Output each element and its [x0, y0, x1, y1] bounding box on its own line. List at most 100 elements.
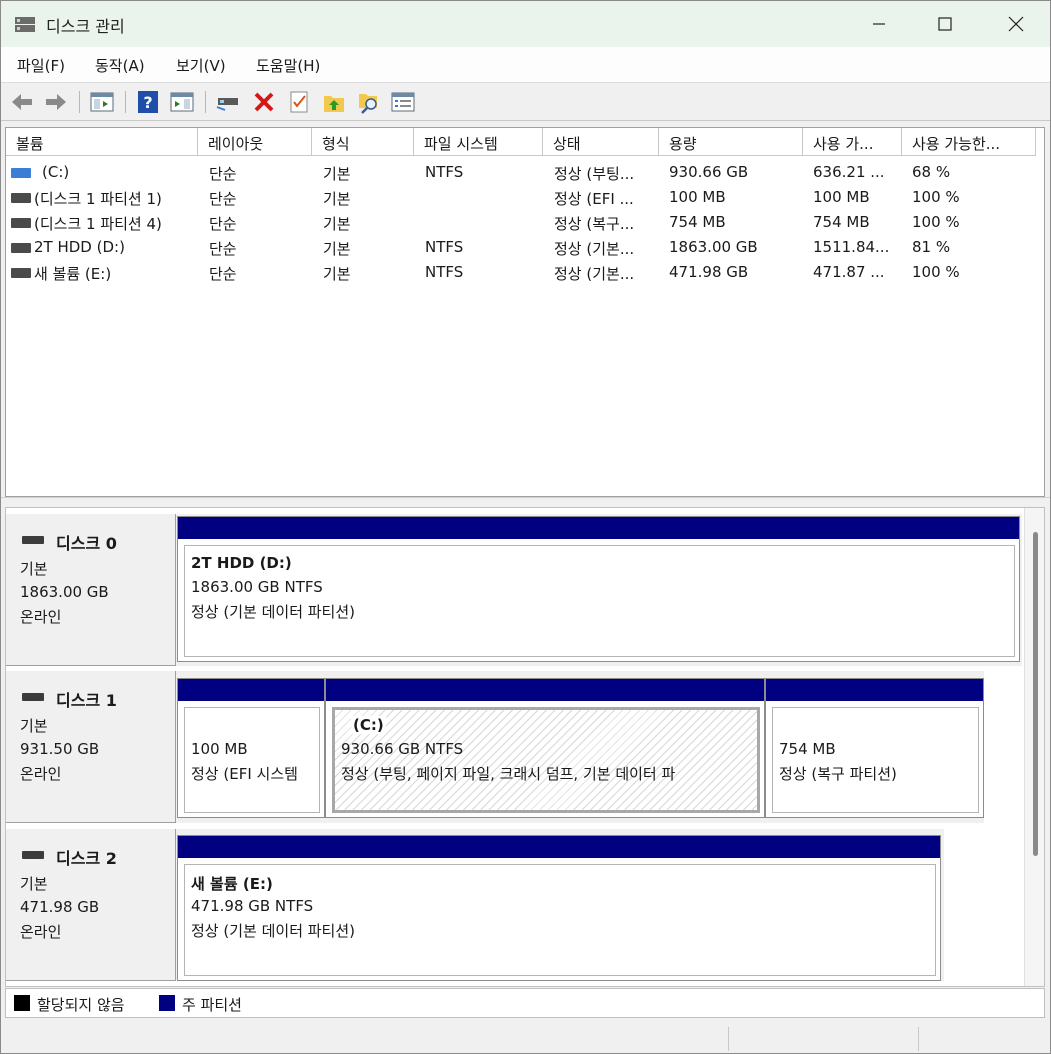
scrollbar-thumb[interactable] [1033, 532, 1038, 856]
volume-percent-free: 100 % [912, 188, 960, 206]
explore-button[interactable] [356, 89, 382, 115]
volume-filesystem: NTFS [425, 163, 464, 181]
delete-button[interactable] [251, 89, 277, 115]
menu-view[interactable]: 보기(V) [176, 55, 226, 76]
volume-free-space: 471.87 ... [813, 263, 885, 281]
partition-title: 새 볼륨 (E:) [191, 875, 273, 893]
properties-button[interactable] [390, 89, 416, 115]
volume-name: (디스크 1 파티션 1) [34, 190, 162, 208]
volume-row[interactable]: (C:) 단순 기본 NTFS 정상 (부팅... 930.66 GB 636.… [6, 160, 1044, 185]
disk-1-label[interactable]: 디스크 1 기본 931.50 GB 온라인 [6, 671, 176, 823]
volume-drive-icon [11, 193, 31, 203]
volume-free-space: 100 MB [813, 188, 870, 206]
partition-size: 1863.00 GB NTFS [191, 578, 323, 596]
legend-primary-label: 주 파티션 [182, 996, 242, 1014]
help-button[interactable]: ? [135, 89, 161, 115]
vertical-scrollbar[interactable] [1024, 508, 1044, 986]
volume-type: 기본 [323, 240, 351, 258]
volume-type: 기본 [323, 165, 351, 183]
volume-row[interactable]: 새 볼륨 (E:) 단순 기본 NTFS 정상 (기본... 471.98 GB… [6, 260, 1044, 285]
volume-filesystem: NTFS [425, 263, 464, 281]
partition-title: (C:) [351, 716, 386, 734]
disk-state: 온라인 [20, 608, 62, 626]
partition-status: 정상 (부팅, 페이지 파일, 크래시 덤프, 기본 데이터 파 [341, 765, 676, 783]
volume-name: (C:) [42, 163, 70, 181]
volume-type: 기본 [323, 190, 351, 208]
close-button[interactable] [981, 1, 1050, 47]
column-header-free-space[interactable]: 사용 가... [803, 128, 902, 156]
primary-partition-bar [178, 836, 940, 858]
help-icon: ? [138, 91, 158, 113]
show-hide-console-tree-button[interactable] [89, 89, 115, 115]
partition-size: 930.66 GB NTFS [341, 740, 464, 758]
column-header-layout[interactable]: 레이아웃 [198, 128, 312, 156]
disk-name: 디스크 2 [56, 849, 117, 868]
primary-partition-swatch [159, 995, 175, 1011]
legend: 할당되지 않음 주 파티션 [5, 988, 1045, 1018]
show-hide-action-pane-button[interactable] [169, 89, 195, 115]
partition-size: 471.98 GB NTFS [191, 897, 314, 915]
properties-check-button[interactable] [286, 89, 312, 115]
partition-status: 정상 (복구 파티션) [779, 765, 897, 783]
properties-icon [391, 92, 415, 112]
partition-d[interactable]: 2T HDD (D:) 1863.00 GB NTFS 정상 (기본 데이터 파… [177, 516, 1020, 662]
partition-status: 정상 (기본 데이터 파티션) [191, 603, 356, 621]
menu-help[interactable]: 도움말(H) [256, 55, 320, 76]
status-bar [1, 1023, 1050, 1053]
forward-button[interactable] [43, 89, 69, 115]
volume-percent-free: 68 % [912, 163, 951, 181]
maximize-button[interactable] [910, 1, 980, 47]
partition-recovery[interactable]: 754 MB 정상 (복구 파티션) [765, 678, 984, 818]
disk-management-app-icon [15, 17, 35, 32]
volume-status: 정상 (복구... [554, 215, 635, 233]
svg-text:?: ? [143, 93, 152, 112]
pane-splitter[interactable] [1, 497, 1050, 507]
primary-partition-bar [766, 679, 983, 701]
back-arrow-icon [12, 94, 32, 110]
volume-type: 기본 [323, 215, 351, 233]
volume-layout: 단순 [209, 165, 237, 183]
connect-virtual-disk-button[interactable] [215, 89, 241, 115]
column-header-percent-free[interactable]: 사용 가능한... [902, 128, 1036, 156]
disk-size: 1863.00 GB [20, 583, 109, 601]
disk-name: 디스크 1 [56, 691, 117, 710]
back-button[interactable] [9, 89, 35, 115]
partition-c[interactable]: (C:) 930.66 GB NTFS 정상 (부팅, 페이지 파일, 크래시 … [325, 678, 765, 818]
column-header-type[interactable]: 형식 [312, 128, 414, 156]
legend-unallocated-label: 할당되지 않음 [37, 996, 125, 1014]
volume-drive-icon [11, 268, 31, 278]
disk-2-label[interactable]: 디스크 2 기본 471.98 GB 온라인 [6, 829, 176, 981]
volume-percent-free: 100 % [912, 263, 960, 281]
minimize-button[interactable] [844, 1, 914, 47]
volume-capacity: 100 MB [669, 188, 726, 206]
volume-percent-free: 81 % [912, 238, 951, 256]
volume-name: (디스크 1 파티션 4) [34, 215, 162, 233]
volume-row[interactable]: 2T HDD (D:) 단순 기본 NTFS 정상 (기본... 1863.00… [6, 235, 1044, 260]
console-tree-icon [90, 92, 114, 112]
toolbar: ? [1, 83, 1050, 121]
menu-action[interactable]: 동작(A) [95, 55, 145, 76]
disk-0-label[interactable]: 디스크 0 기본 1863.00 GB 온라인 [6, 514, 176, 666]
disk-name: 디스크 0 [56, 534, 117, 553]
menu-file[interactable]: 파일(F) [17, 55, 65, 76]
partition-e[interactable]: 새 볼륨 (E:) 471.98 GB NTFS 정상 (기본 데이터 파티션) [177, 835, 941, 981]
column-header-status[interactable]: 상태 [543, 128, 659, 156]
volume-row[interactable]: (디스크 1 파티션 4) 단순 기본 정상 (복구... 754 MB 754… [6, 210, 1044, 235]
partition-status: 정상 (EFI 시스템 [191, 765, 298, 783]
volume-list: 볼륨 레이아웃 형식 파일 시스템 상태 용량 사용 가... 사용 가능한..… [5, 127, 1045, 497]
disk-kind: 기본 [20, 875, 48, 893]
column-header-capacity[interactable]: 용량 [659, 128, 803, 156]
hard-disk-icon [22, 693, 44, 701]
primary-partition-bar [326, 679, 764, 701]
volume-name: 2T HDD (D:) [34, 238, 125, 256]
disk-state: 온라인 [20, 765, 62, 783]
column-header-filesystem[interactable]: 파일 시스템 [414, 128, 543, 156]
primary-partition-bar [178, 517, 1019, 539]
hard-disk-icon [22, 536, 44, 544]
volume-row[interactable]: (디스크 1 파티션 1) 단순 기본 정상 (EFI ... 100 MB 1… [6, 185, 1044, 210]
open-folder-button[interactable] [321, 89, 347, 115]
disk-graphical-view: 디스크 0 기본 1863.00 GB 온라인 2T HDD (D:) 1863… [5, 507, 1045, 987]
partition-efi[interactable]: 100 MB 정상 (EFI 시스템 [177, 678, 325, 818]
disk-size: 931.50 GB [20, 740, 100, 758]
column-header-volume[interactable]: 볼륨 [6, 128, 198, 156]
